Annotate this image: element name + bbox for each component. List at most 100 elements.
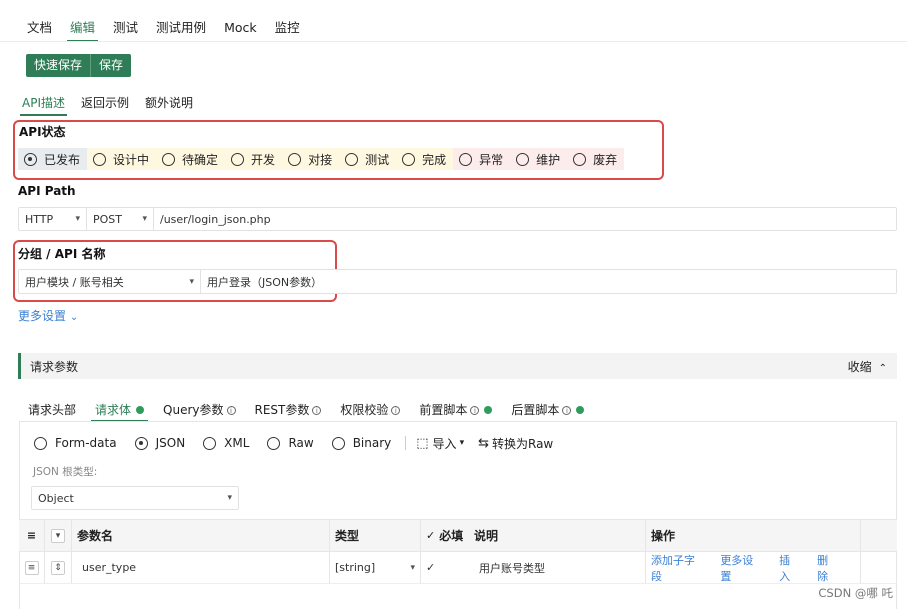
status-option[interactable]: 设计中	[87, 148, 157, 170]
subtab-extra-notes[interactable]: 额外说明	[139, 92, 199, 116]
status-option[interactable]: 测试	[339, 148, 397, 170]
status-option[interactable]: 完成	[396, 148, 454, 170]
status-option[interactable]: 维护	[510, 148, 568, 170]
api-path-row: HTTP ▾ POST ▾ /user/login_json.php	[18, 207, 897, 231]
sort-icon[interactable]: ⇕	[51, 560, 65, 575]
param-tab-label: 权限校验	[340, 403, 389, 417]
required-checkbox[interactable]: ✓	[426, 561, 435, 574]
status-dot-icon	[576, 406, 585, 414]
radio-icon	[34, 436, 47, 450]
radio-icon	[345, 152, 359, 166]
save-button[interactable]: 保存	[90, 54, 131, 77]
param-tab[interactable]: Query参数 i	[157, 398, 241, 422]
param-name-input[interactable]: user_type	[82, 561, 136, 574]
radio-icon	[331, 436, 345, 450]
param-desc-input[interactable]: 用户账号类型	[479, 560, 545, 576]
check-icon[interactable]: ✓	[426, 529, 435, 542]
chevron-down-icon: ▾	[75, 214, 80, 224]
body-type-option[interactable]: Form-data	[34, 436, 117, 450]
import-label: 导入	[432, 436, 457, 451]
header-name: 参数名	[72, 520, 330, 551]
row-required: ✓	[421, 552, 469, 583]
drag-handle-icon[interactable]: ≡	[24, 560, 39, 575]
method-select[interactable]: POST ▾	[87, 208, 154, 230]
json-root-select[interactable]: Object ▾	[31, 486, 239, 510]
param-tab[interactable]: 请求头部	[22, 398, 82, 422]
subtab-api-description[interactable]: API描述	[16, 92, 71, 116]
status-option-label: 废弃	[593, 152, 618, 167]
subtab-response-example[interactable]: 返回示例	[75, 92, 135, 116]
more-settings-row-link[interactable]: 更多设置	[720, 552, 762, 584]
json-root-select-inner: Object ▾	[32, 487, 238, 509]
tab-test-cases[interactable]: 测试用例	[147, 14, 215, 42]
api-path-input[interactable]: /user/login_json.php	[154, 213, 277, 226]
body-type-label: Form-data	[55, 436, 117, 450]
status-option[interactable]: 对接	[282, 148, 340, 170]
radio-icon	[573, 152, 587, 166]
more-settings-link[interactable]: 更多设置 ⌄	[18, 307, 78, 324]
radio-icon	[162, 152, 176, 166]
info-icon: i	[470, 405, 480, 415]
param-tab[interactable]: 权限校验 i	[334, 398, 406, 422]
status-option[interactable]: 开发	[225, 148, 283, 170]
tab-test[interactable]: 测试	[104, 14, 147, 42]
quick-save-button[interactable]: 快速保存	[26, 54, 90, 77]
protocol-select[interactable]: HTTP ▾	[19, 208, 87, 230]
status-option[interactable]: 异常	[453, 148, 511, 170]
header-required-label: 必填	[439, 529, 464, 543]
add-child-field-link[interactable]: 添加子字段	[651, 552, 703, 584]
radio-icon	[203, 436, 217, 450]
import-icon: ⬚	[416, 435, 429, 451]
swap-icon: ⇆	[478, 435, 489, 451]
param-tab[interactable]: 后置脚本 i	[505, 398, 590, 422]
group-select[interactable]: 用户模块 / 账号相关 ▾	[19, 270, 201, 293]
collapse-toggle[interactable]: 收缩 ⌃	[848, 358, 887, 375]
info-icon: i	[562, 405, 572, 415]
status-option[interactable]: 待确定	[156, 148, 226, 170]
json-root-value: Object	[38, 491, 74, 505]
body-type-option[interactable]: JSON	[134, 436, 185, 450]
param-tab[interactable]: REST参数 i	[249, 398, 328, 422]
info-icon: i	[226, 405, 236, 415]
api-name-input[interactable]: 用户登录（JSON参数）	[201, 274, 328, 290]
row-desc: 用户账号类型	[469, 552, 646, 583]
insert-link[interactable]: 插入	[779, 552, 800, 584]
status-option-label: 待确定	[182, 152, 219, 167]
header-type: 类型	[330, 520, 421, 551]
body-type-option[interactable]: Raw	[267, 436, 314, 450]
tab-docs[interactable]: 文档	[18, 14, 61, 42]
param-tab[interactable]: 请求体	[89, 398, 150, 422]
status-option[interactable]: 废弃	[567, 148, 625, 170]
api-status-options: 已发布 设计中 待确定 开发 对接 测试 完成 异常 维护 废弃	[18, 148, 625, 170]
param-tab-label: Query参数	[163, 403, 224, 417]
tab-edit[interactable]: 编辑	[61, 14, 104, 42]
chevron-down-icon[interactable]: ▾	[51, 528, 65, 543]
body-type-label: Binary	[352, 436, 392, 450]
import-button[interactable]: ⬚ 导入 ▾	[416, 435, 464, 452]
menu-icon[interactable]: ≡	[27, 529, 36, 542]
header-ops: 操作	[646, 520, 861, 551]
radio-icon	[516, 152, 530, 166]
chevron-down-icon: ▾	[189, 276, 194, 287]
watermark: CSDN @哪 吒	[818, 586, 893, 600]
api-path-label: API Path	[18, 184, 76, 198]
row-type[interactable]: [string] ▾	[330, 552, 421, 583]
chevron-down-icon: ▾	[459, 438, 465, 448]
body-type-option[interactable]: XML	[203, 436, 249, 450]
convert-raw-button[interactable]: ⇆ 转换为Raw	[478, 435, 553, 452]
radio-icon	[459, 152, 473, 166]
radio-icon	[402, 152, 416, 166]
top-tabs: 文档 编辑 测试 测试用例 Mock 监控	[18, 14, 309, 42]
tab-monitor[interactable]: 监控	[266, 14, 309, 42]
status-dot-icon	[136, 406, 145, 414]
tab-mock[interactable]: Mock	[215, 14, 266, 42]
param-type-value: [string]	[335, 561, 376, 574]
status-option[interactable]: 已发布	[18, 148, 88, 170]
status-option-label: 设计中	[113, 152, 150, 167]
body-type-option[interactable]: Binary	[331, 436, 392, 450]
delete-link[interactable]: 删除	[817, 552, 838, 584]
status-option-label: 开发	[251, 152, 276, 167]
collapse-label: 收缩	[847, 359, 872, 374]
header-required: ✓ 必填	[421, 520, 469, 551]
param-tab[interactable]: 前置脚本 i	[413, 398, 498, 422]
